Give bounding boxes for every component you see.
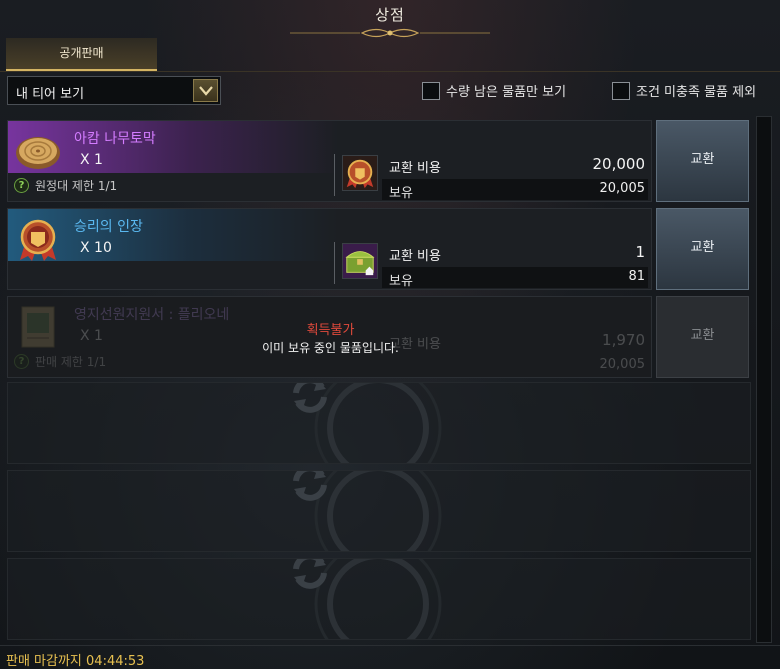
unavailable-title: 획득불가 [306, 323, 355, 338]
cost-label: 교환 비용 [389, 249, 441, 264]
list-item: 아캄 나무토막 X 1 ? 원정대 제한 1/1 교환 비용 20,000 보유… [7, 120, 751, 202]
list-item: 영지선원지원서 : 플리오네 X 1 ? 판매 제한 1/1 교환 비용 1,9… [7, 296, 751, 378]
owned-value: 20,005 [599, 357, 646, 372]
empty-slot [7, 382, 751, 464]
purchase-limit: ? 원정대 제한 1/1 [14, 177, 117, 194]
exchange-button[interactable]: 교환 [656, 208, 749, 290]
exclude-unmet-checkbox[interactable]: 조건 미충족 물품 제외 [612, 81, 756, 100]
red-medal-icon [342, 155, 378, 191]
unavailable-message: 이미 보유 중인 물품입니다. [262, 341, 399, 355]
remaining-only-checkbox[interactable]: 수량 남은 물품만 보기 [422, 81, 566, 100]
scrollbar[interactable] [756, 116, 772, 643]
empty-slot [7, 470, 751, 552]
owned-label: 보유 [389, 274, 413, 289]
purchase-limit-text: 원정대 제한 1/1 [35, 179, 118, 193]
tab-public-sale[interactable]: 공개판매 [6, 38, 157, 71]
cost-label: 교환 비용 [389, 161, 441, 176]
item-name: 아캄 나무토막 [74, 131, 156, 147]
tier-dropdown-label: 내 티어 보기 [16, 87, 85, 102]
item-quantity: X 1 [80, 152, 103, 168]
cost-value: 20,000 [592, 155, 646, 173]
treasure-chest-icon [342, 243, 378, 279]
list-item: 승리의 인장 X 10 교환 비용 1 보유 81 교환 [7, 208, 751, 290]
chevron-down-icon[interactable] [193, 79, 218, 102]
owned-label: 보유 [389, 186, 413, 201]
empty-slot [7, 558, 751, 640]
item-panel: 승리의 인장 X 10 교환 비용 1 보유 81 [7, 208, 652, 290]
remaining-only-label: 수량 남은 물품만 보기 [446, 85, 567, 100]
question-icon: ? [14, 354, 29, 369]
divider [334, 242, 335, 284]
cost-value: 1 [635, 243, 645, 261]
exchange-button-disabled: 교환 [656, 296, 749, 378]
owned-strip [382, 267, 648, 288]
tab-bar: 공개판매 [0, 38, 780, 72]
item-quantity: X 10 [80, 240, 112, 256]
sale-deadline: 판매 마감까지 04:44:53 [6, 654, 145, 669]
window-title: 상점 [375, 6, 405, 24]
exclude-unmet-label: 조건 미충족 물품 제외 [636, 85, 757, 100]
refresh-icon [293, 383, 327, 413]
item-name: 승리의 인장 [74, 219, 143, 235]
checkbox-box[interactable] [612, 81, 630, 100]
checkbox-box[interactable] [422, 81, 440, 100]
refresh-icon [293, 471, 327, 501]
owned-value: 81 [628, 269, 645, 284]
footer: 판매 마감까지 04:44:53 [0, 645, 780, 669]
wood-log-icon [16, 137, 60, 169]
red-medal-icon [20, 219, 56, 261]
title-bar: 상점 [0, 0, 780, 38]
filter-bar: 내 티어 보기 수량 남은 물품만 보기 조건 미충족 물품 제외 [0, 76, 780, 106]
owned-value: 20,005 [599, 181, 646, 196]
item-panel: 아캄 나무토막 X 1 ? 원정대 제한 1/1 교환 비용 20,000 보유… [7, 120, 652, 202]
tier-dropdown[interactable]: 내 티어 보기 [7, 76, 221, 105]
item-panel: 영지선원지원서 : 플리오네 X 1 ? 판매 제한 1/1 교환 비용 1,9… [7, 296, 652, 378]
question-icon[interactable]: ? [14, 178, 29, 193]
divider [334, 154, 335, 196]
refresh-icon [293, 559, 327, 589]
exchange-button[interactable]: 교환 [656, 120, 749, 202]
